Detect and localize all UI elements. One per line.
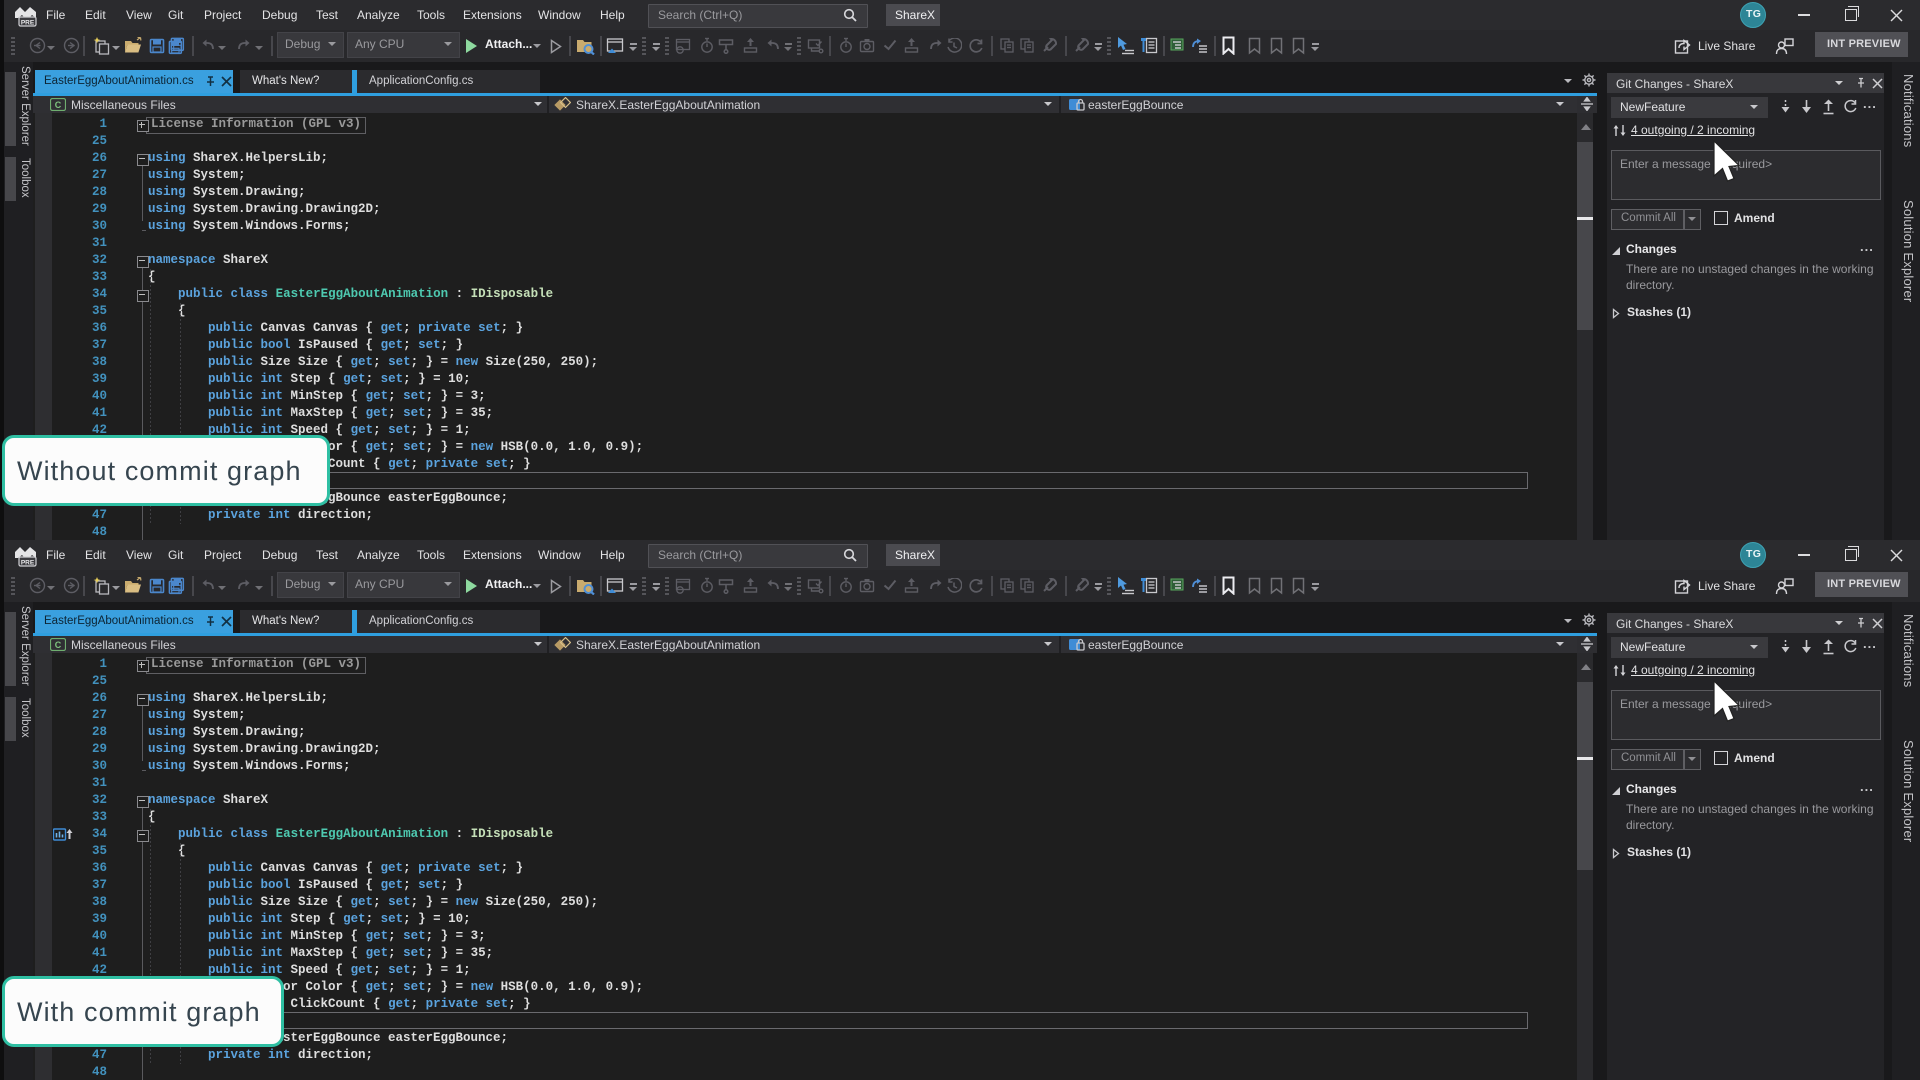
svg-text:PRE: PRE <box>21 20 35 27</box>
svg-text:C: C <box>55 640 62 650</box>
svg-text:PRE: PRE <box>21 560 35 567</box>
svg-text:C: C <box>55 100 62 110</box>
